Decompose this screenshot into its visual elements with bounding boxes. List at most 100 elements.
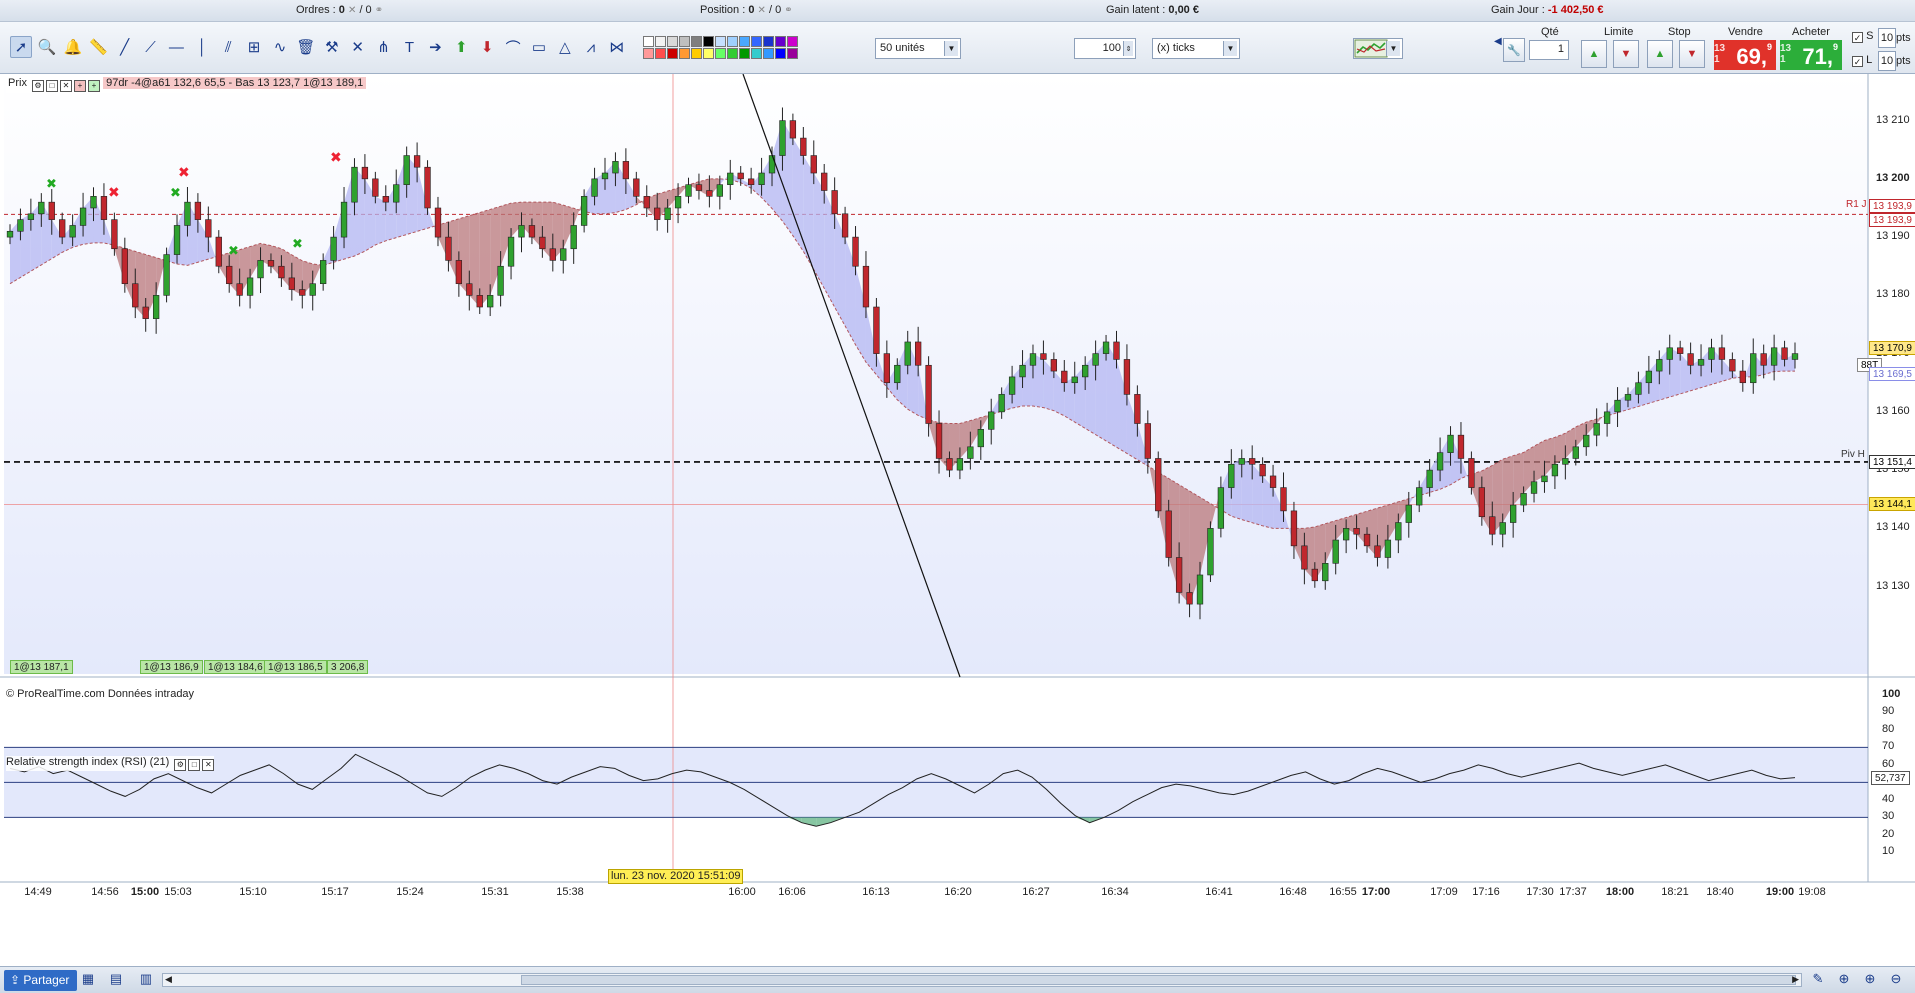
color-swatch[interactable] xyxy=(703,48,714,59)
position-status[interactable]: Position : 0 ✕ / 0 ⚭ xyxy=(700,4,793,16)
trash-icon[interactable]: 🗑 xyxy=(295,36,317,58)
hammer-icon[interactable]: ⚒ xyxy=(321,36,343,58)
table-icon[interactable]: ▤ xyxy=(106,971,126,989)
arrow-down-icon[interactable]: ⬇ xyxy=(476,36,498,58)
color-swatch[interactable] xyxy=(679,48,690,59)
color-swatch[interactable] xyxy=(703,36,714,47)
polyline-icon[interactable]: ⌒ xyxy=(502,36,524,58)
orders-cancel-icon[interactable]: ✕ xyxy=(348,5,356,16)
wrench-icon[interactable]: ⚙ xyxy=(32,80,45,92)
color-swatch[interactable] xyxy=(715,36,726,47)
color-swatch[interactable] xyxy=(655,48,666,59)
limit-sell-button[interactable]: ▼ xyxy=(1613,40,1639,68)
gann-icon[interactable]: ⩘ xyxy=(580,36,602,58)
color-swatch[interactable] xyxy=(667,48,678,59)
color-swatch[interactable] xyxy=(691,36,702,47)
qty-input[interactable]: 1 xyxy=(1529,40,1569,60)
position-cancel-icon[interactable]: ✕ xyxy=(758,5,766,16)
color-swatch[interactable] xyxy=(727,36,738,47)
color-swatch[interactable] xyxy=(643,36,654,47)
chart-style-select[interactable]: ▼ xyxy=(1353,38,1403,59)
chart-draw-icon[interactable]: ✎ xyxy=(1808,971,1828,989)
color-swatch[interactable] xyxy=(763,36,774,47)
limit-points-input[interactable]: 10 xyxy=(1878,51,1896,71)
spinner-icon[interactable]: ⇕ xyxy=(1123,41,1133,56)
parallel-channel-icon[interactable]: ⫽ xyxy=(217,36,239,58)
color-swatch[interactable] xyxy=(739,48,750,59)
close-icon[interactable]: ✕ xyxy=(60,80,73,92)
order-icon[interactable]: + xyxy=(88,80,101,92)
color-swatch[interactable] xyxy=(655,36,666,47)
color-swatch[interactable] xyxy=(775,36,786,47)
units-select[interactable]: 50 unités ▼ xyxy=(875,38,961,59)
horizontal-line-icon[interactable]: — xyxy=(165,36,187,58)
color-swatch[interactable] xyxy=(787,48,798,59)
position-link-icon[interactable]: ⚭ xyxy=(784,5,792,16)
chart-area[interactable]: ✖ ✖ ✖ ✖ ✖ ✖ ✖ Prix ⚙ □ ✕ + + 97dr -4@a61 132,6 65,… xyxy=(0,74,1915,940)
close-icon[interactable]: ✕ xyxy=(202,759,215,771)
chart-canvas[interactable]: ✖ ✖ ✖ ✖ ✖ ✖ ✖ xyxy=(0,74,1915,940)
pointer-icon[interactable]: ➚ xyxy=(10,36,32,58)
color-swatch[interactable] xyxy=(667,36,678,47)
stop-buy-button[interactable]: ▲ xyxy=(1647,40,1673,68)
alert-bell-icon[interactable]: 🔔 xyxy=(62,36,84,58)
share-button[interactable]: ⇪ Partager xyxy=(4,970,78,991)
cross-line-icon[interactable]: ✕ xyxy=(347,36,369,58)
pattern-icon[interactable]: ⋈ xyxy=(606,36,628,58)
chevron-down-icon[interactable]: ▼ xyxy=(1223,41,1237,56)
stop-points-input[interactable]: 10 xyxy=(1878,28,1896,48)
color-swatch[interactable] xyxy=(775,48,786,59)
color-palette[interactable] xyxy=(643,36,798,60)
buy-button[interactable]: 13 1 71, 9 xyxy=(1780,40,1842,70)
zoom-fit-icon[interactable]: ⊕ xyxy=(1834,971,1854,989)
chevron-down-icon[interactable]: ▼ xyxy=(944,41,958,56)
color-swatch[interactable] xyxy=(727,48,738,59)
scroll-left-icon[interactable]: ◀ xyxy=(165,974,172,985)
color-swatch[interactable] xyxy=(751,48,762,59)
limit-checkbox[interactable]: ✓ L xyxy=(1852,54,1872,67)
scroll-right-icon[interactable]: ▶ xyxy=(1792,974,1799,985)
fibonacci-icon[interactable]: ⊞ xyxy=(243,36,265,58)
settings-wrench-icon[interactable]: 🔧 xyxy=(1503,38,1525,62)
sell-button[interactable]: 13 1 69, 9 xyxy=(1714,40,1776,70)
zoom-out-icon[interactable]: ⊖ xyxy=(1886,971,1906,989)
scrollbar-thumb[interactable] xyxy=(521,975,1796,985)
color-swatch[interactable] xyxy=(751,36,762,47)
arrow-right-icon[interactable]: ➔ xyxy=(424,36,446,58)
grid-icon[interactable]: ▥ xyxy=(136,971,156,989)
andrews-fork-icon[interactable]: ⋔ xyxy=(373,36,395,58)
zoom-in-icon[interactable]: ⊕ xyxy=(1860,971,1880,989)
rectangle-icon[interactable]: ▭ xyxy=(528,36,550,58)
time-scrollbar[interactable]: ◀ ▶ xyxy=(162,973,1802,987)
stop-checkbox[interactable]: ✓ S xyxy=(1852,30,1873,43)
color-swatch[interactable] xyxy=(643,48,654,59)
collapse-arrow-icon[interactable]: ◀ xyxy=(1494,36,1502,47)
wrench-icon[interactable]: ⚙ xyxy=(174,759,187,771)
color-swatch[interactable] xyxy=(787,36,798,47)
orders-link-icon[interactable]: ⚭ xyxy=(375,5,383,16)
color-swatch[interactable] xyxy=(763,48,774,59)
wave-icon[interactable]: ∿ xyxy=(269,36,291,58)
arrow-up-icon[interactable]: ⬆ xyxy=(450,36,472,58)
triangle-icon[interactable]: △ xyxy=(554,36,576,58)
ruler-icon[interactable]: 📏 xyxy=(88,36,110,58)
color-swatch[interactable] xyxy=(679,36,690,47)
trendline-icon[interactable]: ╱ xyxy=(114,36,136,58)
color-swatch[interactable] xyxy=(691,48,702,59)
color-swatch[interactable] xyxy=(715,48,726,59)
add-indicator-icon[interactable]: + xyxy=(74,80,87,92)
text-icon[interactable]: T xyxy=(399,36,421,58)
ray-icon[interactable]: ⟋ xyxy=(140,36,162,58)
stop-sell-button[interactable]: ▼ xyxy=(1679,40,1705,68)
color-swatch[interactable] xyxy=(739,36,750,47)
zoom-icon[interactable]: 🔍 xyxy=(36,36,58,58)
ticks-value-input[interactable]: 100 ⇕ xyxy=(1074,38,1136,59)
layout-icon[interactable]: ▦ xyxy=(78,971,98,989)
ticks-select[interactable]: (x) ticks ▼ xyxy=(1152,38,1240,59)
chevron-down-icon[interactable]: ▼ xyxy=(1386,41,1400,56)
maximize-icon[interactable]: □ xyxy=(188,759,201,771)
vertical-line-icon[interactable]: │ xyxy=(191,36,213,58)
limit-buy-button[interactable]: ▲ xyxy=(1581,40,1607,68)
maximize-icon[interactable]: □ xyxy=(46,80,59,92)
orders-status[interactable]: Ordres : 0 ✕ / 0 ⚭ xyxy=(296,4,383,16)
